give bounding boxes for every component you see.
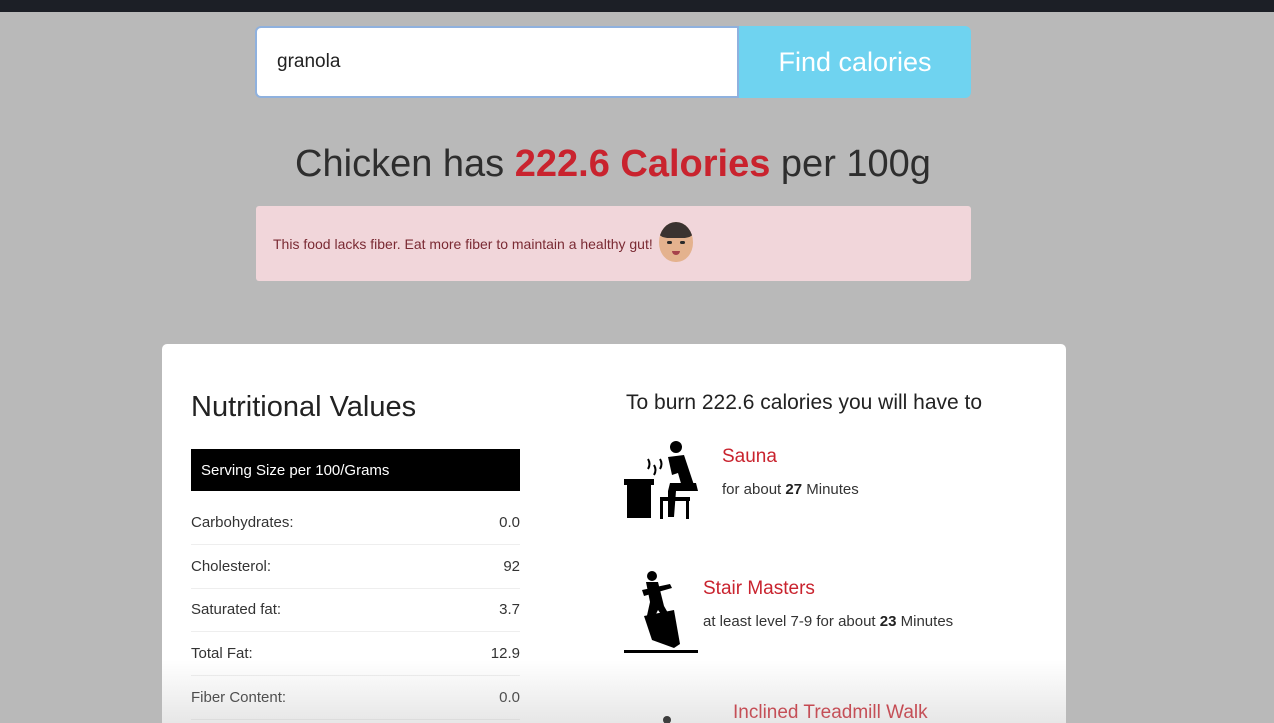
nutrition-label: Carbohydrates: [191,514,294,531]
activity-name: Sauna [722,446,777,467]
headline-per: per 100g [780,143,931,185]
nutrition-label: Cholesterol: [191,558,272,575]
nutrition-row: Carbohydrates: 0.0 [191,501,520,545]
activity-treadmill: Inclined Treadmill Walk [624,696,984,723]
nutrition-row: Cholesterol: 92 [191,545,520,589]
nutrition-value: 0.0 [499,514,520,531]
serving-size-header: Serving Size per 100/Grams [191,449,520,491]
face-emoji-icon [658,221,693,262]
activity-stair-masters: Stair Masters at least level 7-9 for abo… [624,570,1004,655]
calories-value: 222.6 Calories [514,143,771,185]
food-search-input[interactable] [255,26,739,98]
stair-master-icon [624,571,698,653]
nutrition-value: 0.0 [499,689,520,706]
treadmill-icon [663,716,671,723]
alert-message: This food lacks fiber. Eat more fiber to… [273,235,653,252]
search-bar: Find calories [255,26,971,98]
activity-name: Inclined Treadmill Walk [733,702,928,723]
sauna-icon [624,441,698,519]
find-calories-button[interactable]: Find calories [739,26,971,98]
nutrition-label: Fiber Content: [191,689,287,706]
nutrition-value: 92 [503,558,520,575]
activity-description: at least level 7-9 for about 23 Minutes [703,613,954,630]
activity-description: for about 27 Minutes [722,481,859,498]
nutrition-row: Saturated fat: 3.7 [191,588,520,632]
activity-minutes: 23 [879,613,897,630]
calorie-headline: Chicken has 222.6 Calories per 100g [0,143,1226,186]
results-card: Nutritional Values Serving Size per 100/… [162,344,1066,723]
nutrition-label: Total Fat: [191,645,253,662]
nutrition-row: Total Fat: 12.9 [191,632,520,676]
activity-sauna: Sauna for about 27 Minutes [624,439,984,524]
food-name: Chicken [295,143,433,185]
nutrition-row: Fiber Content: 0.0 [191,676,520,720]
nutrition-value: 3.7 [499,601,520,618]
headline-has: has [442,143,505,185]
activity-name: Stair Masters [703,578,815,599]
fiber-alert: This food lacks fiber. Eat more fiber to… [256,206,971,281]
burn-calories-title: To burn 222.6 calories you will have to [626,391,983,414]
serving-size-label: Serving Size per 100/Grams [201,461,390,479]
nutrition-value: 12.9 [490,645,520,662]
activity-minutes: 27 [785,481,803,498]
browser-top-bar [0,0,1274,12]
nutritional-values-title: Nutritional Values [191,391,417,423]
nutrition-label: Saturated fat: [191,601,282,618]
